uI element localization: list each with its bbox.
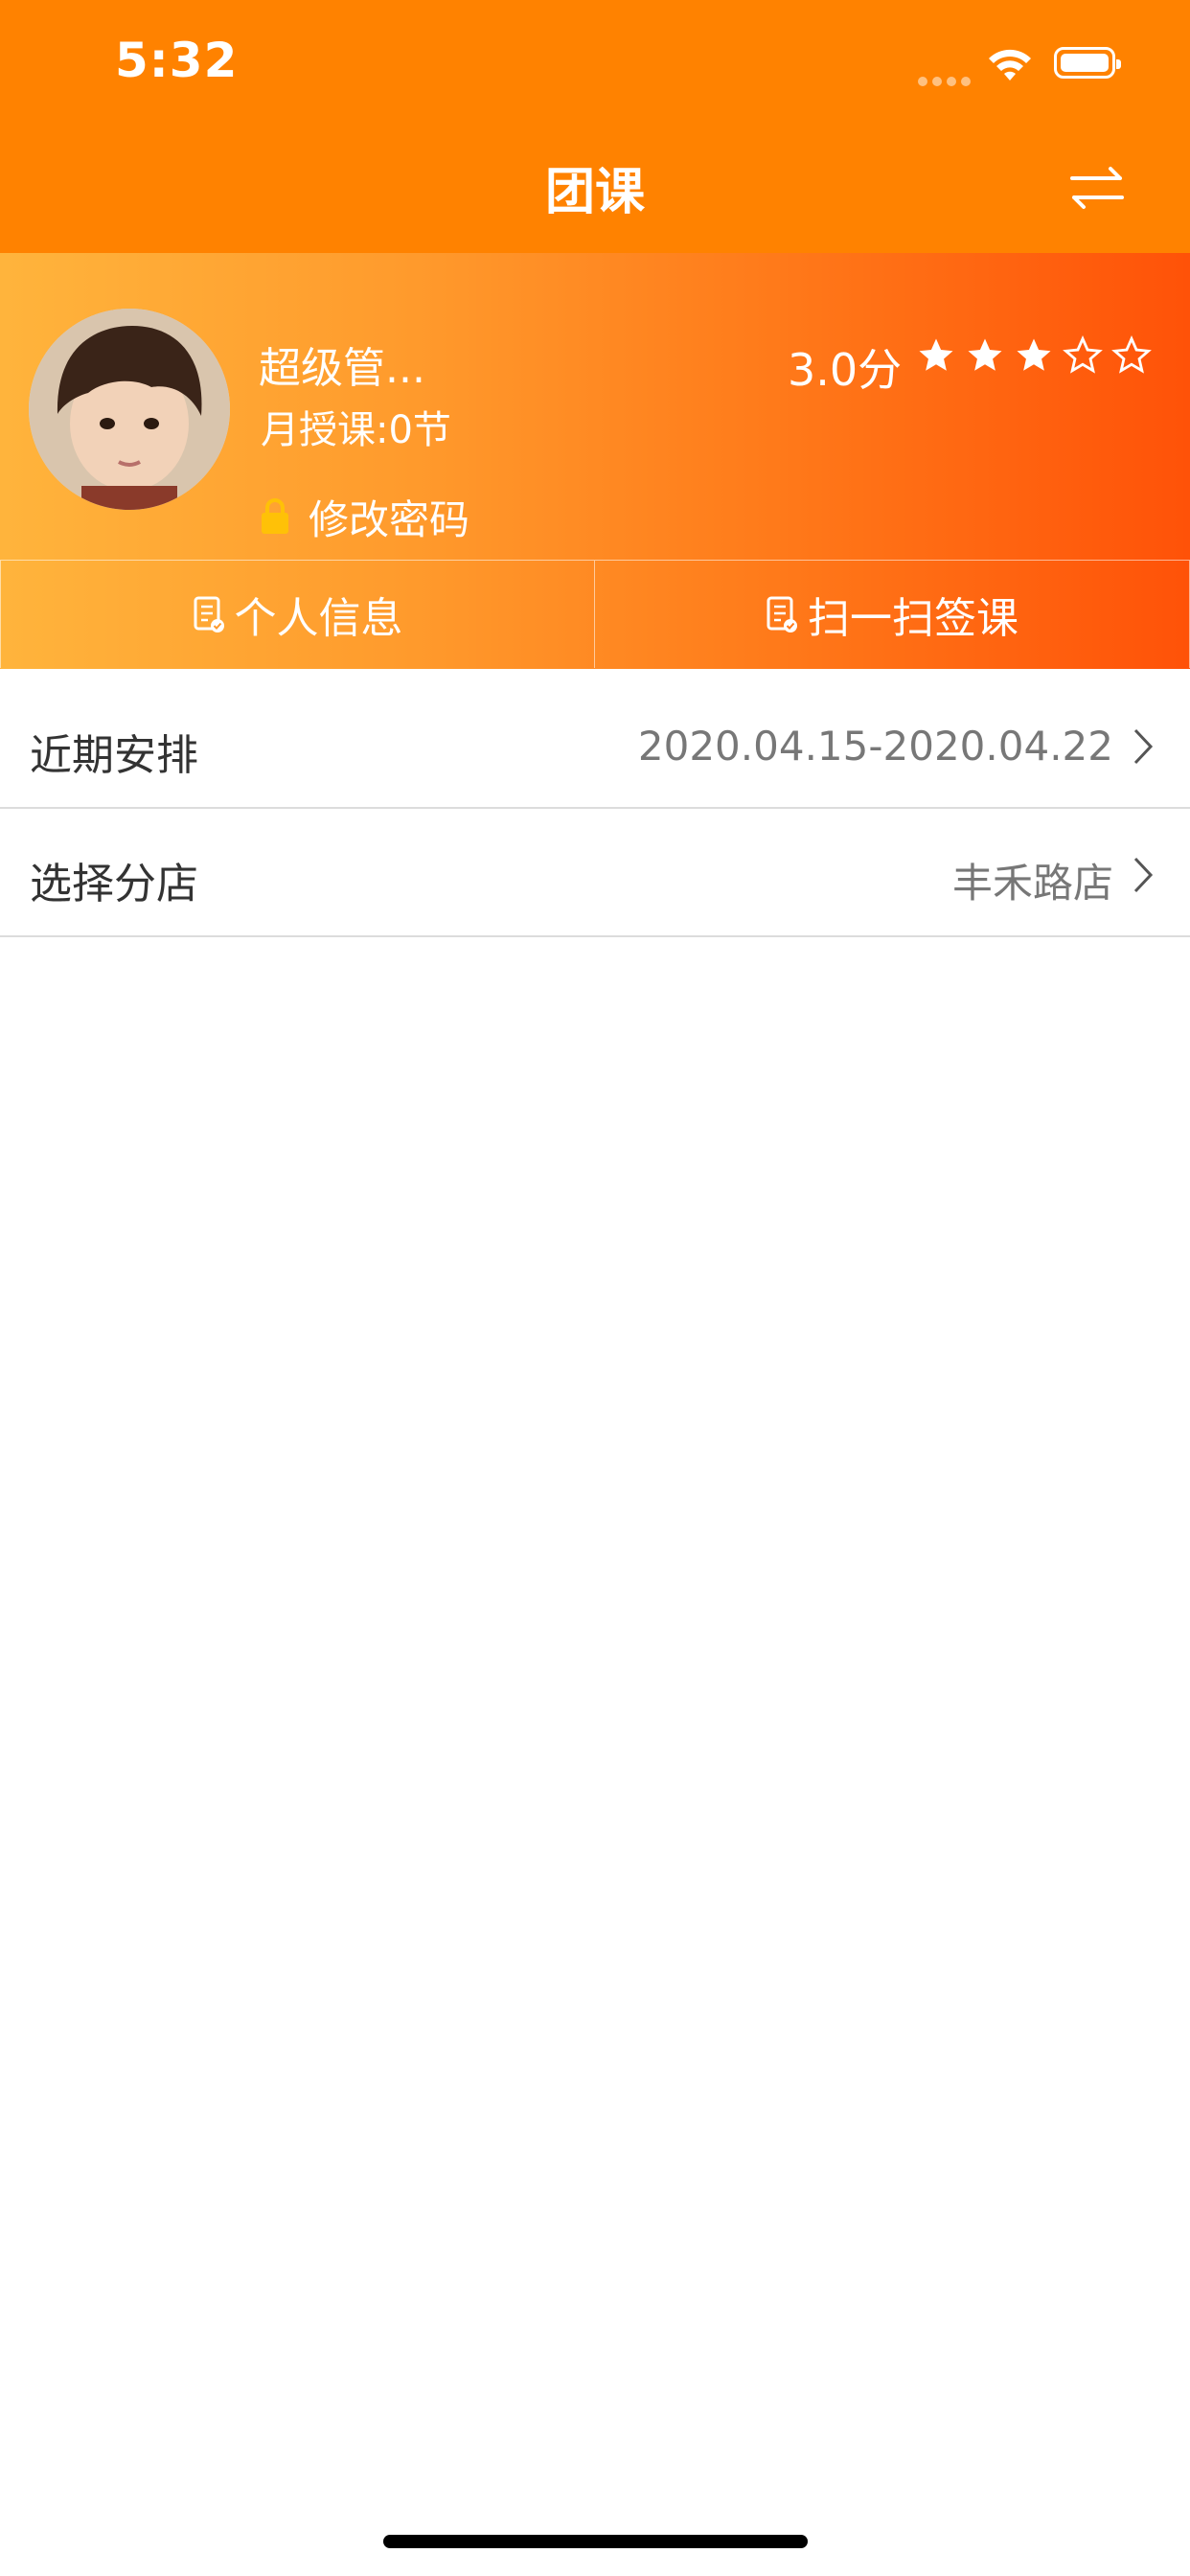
profile-header: 超级管... 月授课:0节 修改密码 3.0分 个人信息 扫一扫签课 <box>0 253 1190 669</box>
home-indicator <box>383 2535 808 2548</box>
personal-info-label: 个人信息 <box>234 594 403 643</box>
list-item-value: 2020.04.15-2020.04.22 <box>637 723 1113 770</box>
chevron-right-icon <box>1133 857 1154 893</box>
score-value: 3.0分 <box>788 344 903 396</box>
lock-icon <box>262 498 288 534</box>
chevron-right-icon <box>1133 728 1154 765</box>
document-check-icon <box>194 596 224 632</box>
signal-icon <box>918 72 975 90</box>
switch-icon[interactable] <box>1068 165 1126 211</box>
list-item-label: 近期安排 <box>30 731 198 780</box>
rating-stars <box>916 335 1156 380</box>
star-filled-icon <box>1017 338 1051 371</box>
list-item-value: 丰禾路店 <box>951 860 1113 907</box>
settings-list: 近期安排 2020.04.15-2020.04.22 选择分店 丰禾路店 <box>0 680 1190 937</box>
avatar[interactable] <box>29 309 230 510</box>
scan-checkin-label: 扫一扫签课 <box>808 594 1018 643</box>
battery-icon <box>1054 47 1121 79</box>
page-title: 团课 <box>544 164 645 221</box>
star-filled-icon <box>968 338 1002 371</box>
change-password-link[interactable]: 修改密码 <box>309 488 469 546</box>
top-bar: 5:32 团课 <box>0 0 1190 253</box>
status-time: 5:32 <box>115 33 239 88</box>
action-row: 个人信息 扫一扫签课 <box>0 560 1190 670</box>
list-item-label: 选择分店 <box>30 860 198 908</box>
user-name: 超级管... <box>259 344 425 393</box>
scan-checkin-button[interactable]: 扫一扫签课 <box>595 561 1190 668</box>
star-empty-icon <box>1063 335 1104 374</box>
list-item-recent-schedule[interactable]: 近期安排 2020.04.15-2020.04.22 <box>0 680 1190 809</box>
monthly-classes: 月授课:0节 <box>261 408 451 452</box>
star-filled-icon <box>919 338 953 371</box>
document-check-icon <box>767 596 797 632</box>
star-empty-icon <box>1111 335 1153 374</box>
list-item-select-branch[interactable]: 选择分店 丰禾路店 <box>0 809 1190 937</box>
wifi-icon <box>989 49 1031 80</box>
personal-info-button[interactable]: 个人信息 <box>0 561 595 668</box>
